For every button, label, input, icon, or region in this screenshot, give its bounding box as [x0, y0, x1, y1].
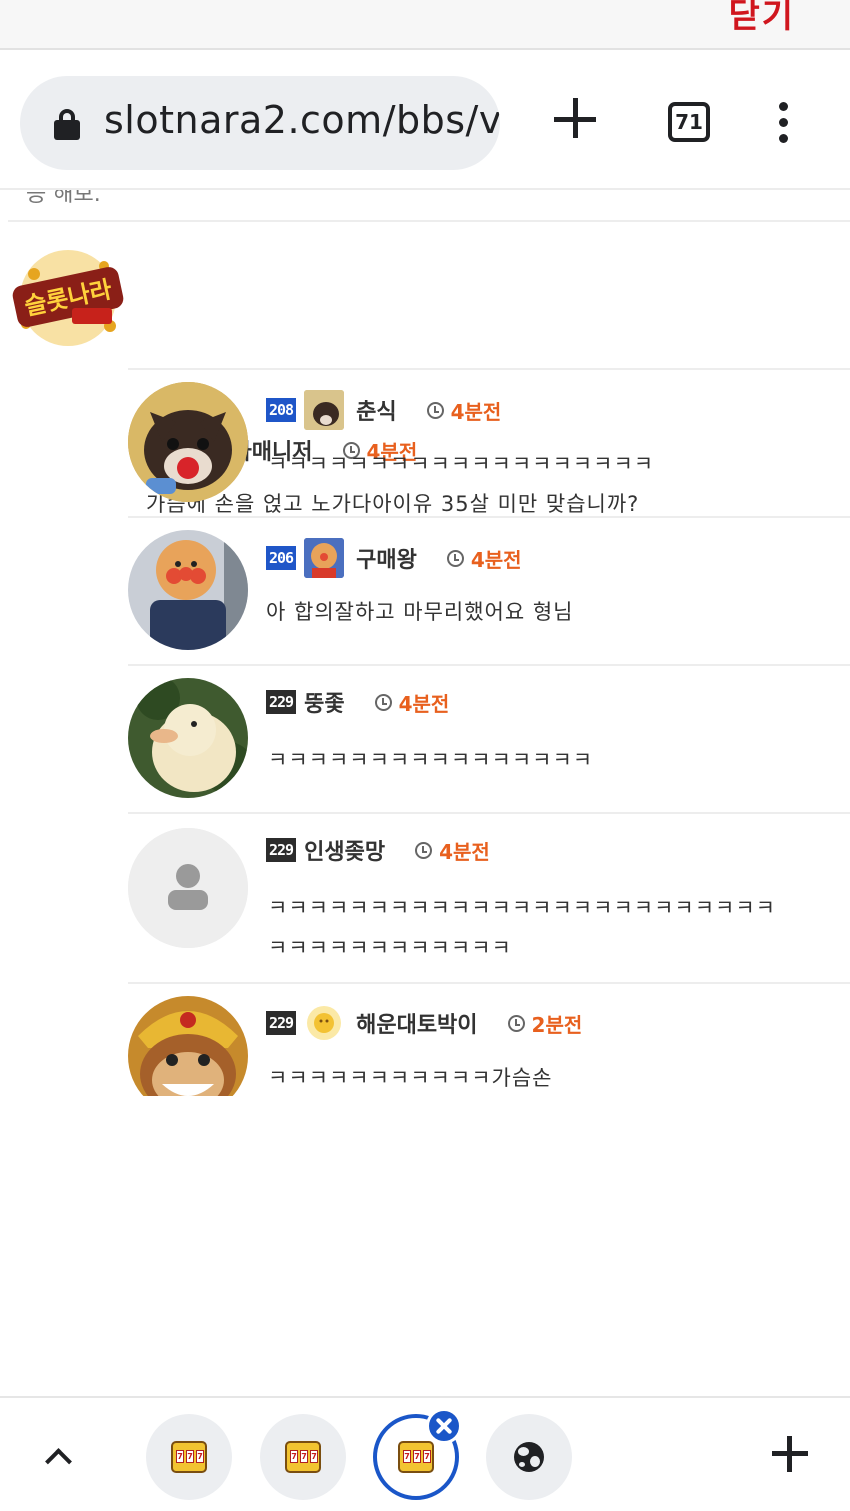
avatar-default[interactable] [128, 828, 248, 948]
slot-machine-icon: 777 [171, 1441, 207, 1473]
tab-item-4[interactable] [486, 1414, 572, 1500]
tab-switcher-button[interactable]: 71 [668, 102, 710, 142]
new-tab-plus-icon[interactable] [552, 96, 600, 144]
level-badge: 229 [266, 838, 297, 862]
more-vert-icon[interactable] [776, 102, 790, 146]
lock-icon[interactable] [54, 109, 80, 140]
page: 닫기 slotnara2.com/bbs/v 71 등 해보. 슬롯나라 4분전… [0, 0, 850, 1511]
username[interactable]: 인생좆망 [304, 834, 385, 866]
cut-off-text: 등 해보. [26, 190, 101, 207]
user-icon-image [304, 390, 345, 430]
comment-time: 4분전 [439, 839, 490, 864]
globe-icon [514, 1442, 544, 1472]
divider [128, 516, 850, 518]
close-tab-icon[interactable] [426, 1408, 462, 1444]
top-strip: 닫기 [0, 0, 850, 50]
browser-toolbar: slotnara2.com/bbs/v 71 [0, 52, 850, 190]
level-badge: 206 [266, 546, 297, 570]
username[interactable]: 춘식 [356, 394, 396, 426]
url-text[interactable]: slotnara2.com/bbs/v [104, 98, 500, 142]
level-badge: 229 [266, 1011, 297, 1035]
close-link[interactable]: 닫기 [728, 0, 795, 37]
avatar-duckling[interactable] [128, 678, 248, 798]
avatar-manager[interactable]: 슬롯나라 [6, 246, 130, 350]
divider [128, 812, 850, 814]
divider [128, 368, 850, 370]
chevron-up-icon[interactable] [42, 1442, 72, 1472]
clock-icon [415, 841, 433, 859]
username[interactable]: 구매왕 [356, 542, 417, 574]
comment-time: 4분전 [470, 547, 522, 572]
avatar-anpanman[interactable] [128, 530, 248, 650]
slot-machine-icon: 777 [398, 1441, 434, 1473]
comment-meta: 229 뚱좇 4분전 [266, 686, 449, 718]
level-badge: 208 [266, 398, 297, 422]
comment-text: 아 합의잘하고 마무리했어요 형님 [266, 600, 574, 624]
comment-text: ㅋㅋㅋㅋㅋㅋㅋㅋㅋㅋㅋㅋㅋㅋㅋㅋㅋㅋㅋ [268, 452, 655, 476]
comment-text-line2: ㅋㅋㅋㅋㅋㅋㅋㅋㅋㅋㅋㅋ [268, 936, 512, 960]
divider [8, 220, 850, 222]
tab-item-2[interactable]: 777 [260, 1414, 346, 1500]
new-tab-plus-icon[interactable] [770, 1434, 810, 1474]
user-icon-image [304, 538, 345, 578]
clock-icon [446, 549, 464, 567]
comment-meta: 208 춘식 4분전 [266, 390, 501, 430]
comment-time: 4분전 [398, 691, 450, 716]
comment-meta: 229 인생좆망 4분전 [266, 834, 490, 866]
avatar-dog[interactable] [128, 382, 248, 502]
level-badge: 229 [266, 690, 297, 714]
sun-icon [304, 1003, 344, 1043]
comment-list: 등 해보. 슬롯나라 A 슬롯나라매니저 4분전 [0, 190, 850, 1396]
address-bar[interactable]: slotnara2.com/bbs/v [20, 76, 500, 170]
comment-text: ㅋㅋㅋㅋㅋㅋㅋㅋㅋㅋㅋ가슴손 [268, 1066, 553, 1090]
slot-machine-icon: 777 [285, 1441, 321, 1473]
divider [128, 982, 850, 984]
clock-icon [374, 693, 392, 711]
tab-strip: 777 777 777 [0, 1396, 850, 1511]
comment-time: 2분전 [531, 1012, 583, 1037]
username[interactable]: 해운대토박이 [356, 1007, 477, 1039]
username[interactable]: 뚱좇 [304, 686, 344, 718]
tab-item-1[interactable]: 777 [146, 1414, 232, 1500]
comment-text: ㅋㅋㅋㅋㅋㅋㅋㅋㅋㅋㅋㅋㅋㅋㅋㅋ [268, 748, 594, 772]
clock-icon [426, 401, 444, 419]
clip-mask [120, 1096, 260, 1136]
comment-meta: 206 구매왕 4분전 [266, 538, 522, 578]
comment-meta: 229 해운대토박이 2분전 [266, 1003, 582, 1043]
divider [128, 664, 850, 666]
clock-icon [507, 1014, 525, 1032]
comment-text-line1: ㅋㅋㅋㅋㅋㅋㅋㅋㅋㅋㅋㅋㅋㅋㅋㅋㅋㅋㅋㅋㅋㅋㅋㅋㅋ [268, 896, 776, 920]
comment-time: 4분전 [450, 399, 502, 424]
